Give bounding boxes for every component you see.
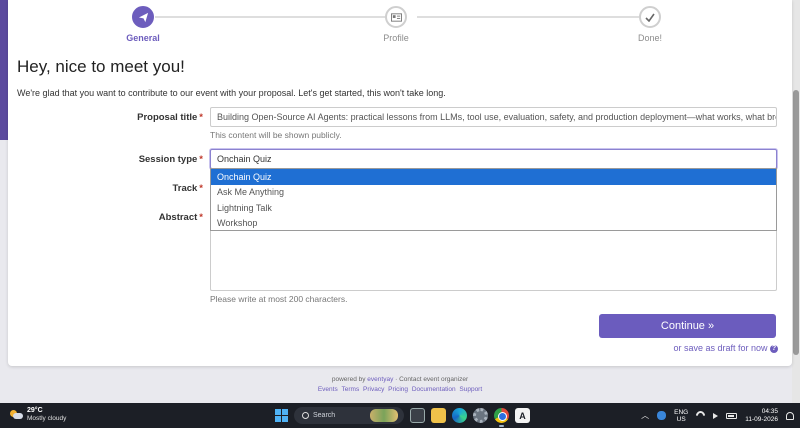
session-type-option[interactable]: Lightning Talk [211,200,776,216]
continue-button[interactable]: Continue » [599,314,776,338]
cloud-sync-icon[interactable] [657,411,667,420]
proposal-title-value: Building Open-Source AI Agents: practica… [217,112,777,122]
step-connector [155,16,393,18]
abstract-label: Abstract * [158,212,203,223]
wifi-icon[interactable] [694,409,708,422]
file-explorer-icon[interactable] [431,408,446,423]
step-label-general: General [126,33,160,43]
footer-link-pricing[interactable]: Pricing [388,386,408,393]
required-mark: * [199,183,203,194]
session-type-label: Session type * [138,154,203,165]
id-card-icon [390,12,402,22]
session-type-option[interactable]: Workshop [211,216,776,232]
session-type-value: Onchain Quiz [217,154,272,164]
proposal-title-help: This content will be shown publicly. [210,130,342,140]
battery-icon[interactable] [726,412,738,419]
store-app-icon[interactable]: A [515,408,530,423]
footer-link-privacy[interactable]: Privacy [363,386,384,393]
step-label-profile: Profile [383,33,409,43]
session-type-option[interactable]: Onchain Quiz [211,169,776,185]
eventyay-link[interactable]: eventyay [367,376,393,383]
session-type-dropdown: Onchain Quiz Ask Me Anything Lightning T… [210,168,777,231]
taskbar-search[interactable]: Search [294,407,404,424]
weather-temperature: 29°C [27,407,43,414]
session-type-option[interactable]: Ask Me Anything [211,185,776,201]
step-done[interactable] [639,6,661,28]
step-profile[interactable] [385,6,407,28]
lang-region: US [676,415,686,423]
lang-code: ENG [674,408,689,416]
search-highlight-icon [370,409,398,422]
system-tray: ︿ ENG US 04:35 11-09-2026 [641,406,794,425]
speaker-icon[interactable] [713,412,719,419]
taskbar-search-placeholder: Search [313,412,336,419]
settings-gear-icon[interactable] [473,408,488,423]
footer-link-events[interactable]: Events [318,386,338,393]
windows-start-icon[interactable] [275,409,288,422]
weather-condition: Mostly cloudy [27,415,67,422]
session-type-select[interactable]: Onchain Quiz [210,149,777,169]
footer-link-support[interactable]: Support [459,386,482,393]
notification-bell-icon[interactable] [786,411,794,420]
powered-by-text: powered by [331,376,366,383]
footer-link-documentation[interactable]: Documentation [412,386,456,393]
footer-links: Events Terms Privacy Pricing Documentati… [0,386,800,393]
scrollbar-thumb[interactable] [793,90,799,355]
save-draft-text: or save as draft for now [673,343,768,353]
clock-time: 04:35 [761,407,778,415]
required-mark: * [199,112,203,123]
proposal-title-input[interactable]: Building Open-Source AI Agents: practica… [210,107,777,127]
intro-text: We're glad that you want to contribute t… [17,88,446,98]
partly-cloudy-icon [10,409,23,421]
clock-date: 11-09-2026 [745,415,778,423]
contact-organizer-link[interactable]: · Contact event organizer [395,376,468,383]
step-label-done: Done! [637,33,663,43]
proposal-title-label: Proposal title * [137,112,203,123]
proposal-card: General Profile Done! Hey, nice to meet … [8,0,792,366]
question-circle-icon: ? [770,344,778,353]
track-label: Track * [172,183,203,194]
chevron-up-icon[interactable]: ︿ [641,410,649,421]
clock[interactable]: 04:35 11-09-2026 [745,408,778,424]
required-mark: * [199,154,203,165]
step-connector [417,16,639,18]
chrome-browser-icon[interactable] [494,408,509,427]
taskbar: 29°C Mostly cloudy Search A ︿ ENG US 04:… [0,403,800,428]
footer-powered: powered by eventyay · Contact event orga… [0,376,800,383]
step-general[interactable] [132,6,154,28]
abstract-help: Please write at most 200 characters. [210,294,348,304]
required-mark: * [199,212,203,223]
edge-browser-icon[interactable] [452,408,467,423]
footer-link-terms[interactable]: Terms [342,386,360,393]
task-view-icon[interactable] [410,408,425,423]
taskbar-apps: Search A [275,406,530,427]
save-draft-link[interactable]: or save as draft for now ? [588,343,778,353]
check-icon [645,13,655,22]
search-icon [302,412,309,419]
weather-widget[interactable]: 29°C Mostly cloudy [10,407,66,423]
page-title: Hey, nice to meet you! [17,57,185,76]
language-indicator[interactable]: ENG US [674,409,688,423]
paper-plane-icon [138,12,148,22]
